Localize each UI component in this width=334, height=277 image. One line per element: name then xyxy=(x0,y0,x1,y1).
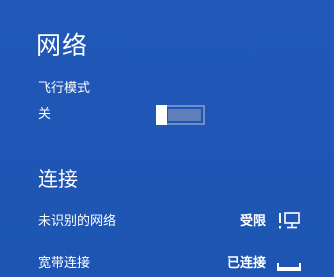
connection-item-broadband[interactable]: 宽带连接 已连接 xyxy=(0,251,334,277)
connection-status: 受限 xyxy=(239,214,266,229)
airplane-mode-label: 飞行模式 xyxy=(38,81,91,96)
connection-name: 宽带连接 xyxy=(38,256,91,271)
airplane-mode-state: 关 xyxy=(38,107,52,122)
network-limited-icon xyxy=(279,212,300,229)
connection-item-unidentified-network[interactable]: 未识别的网络 受限 xyxy=(0,209,334,235)
network-panel: 网络 飞行模式 关 连接 未识别的网络 受限 宽带连接 已连接 xyxy=(0,0,334,272)
airplane-mode-toggle[interactable] xyxy=(156,105,205,125)
connections-title: 连接 xyxy=(38,167,78,191)
connection-status: 已连接 xyxy=(226,256,266,271)
toggle-thumb[interactable] xyxy=(156,105,167,125)
connection-name: 未识别的网络 xyxy=(38,214,117,229)
toggle-track xyxy=(168,109,201,121)
panel-title: 网络 xyxy=(36,31,89,60)
